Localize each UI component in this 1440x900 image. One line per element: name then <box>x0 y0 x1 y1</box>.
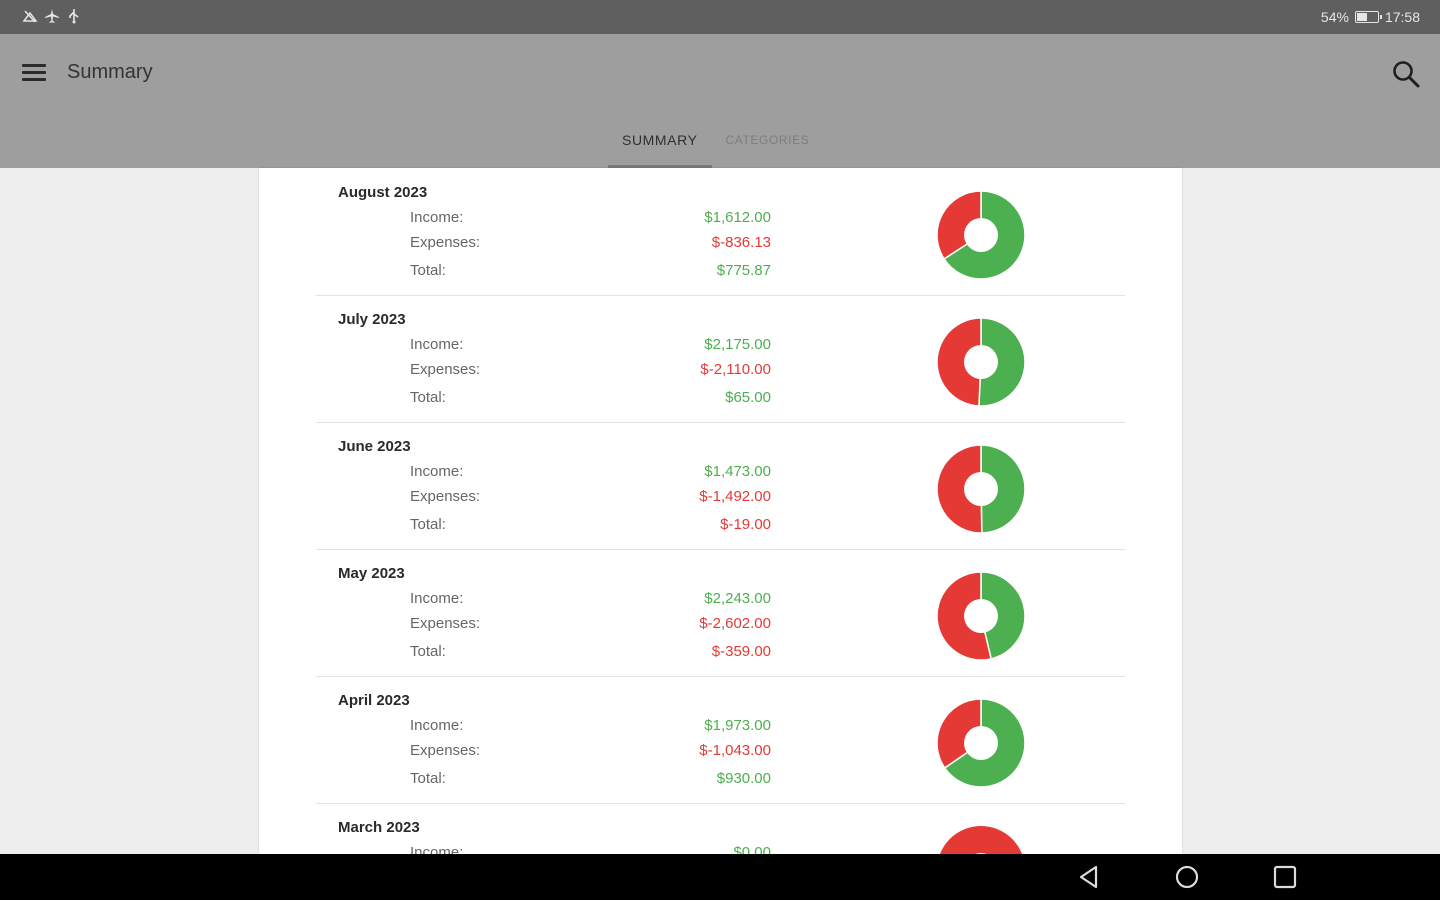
month-title: April 2023 <box>338 692 410 709</box>
battery-icon <box>1354 11 1382 23</box>
donut-hole <box>964 599 998 633</box>
tab-bar: SUMMARY CATEGORIES <box>608 122 823 168</box>
donut-hole <box>964 726 998 760</box>
income-value: $1,473.00 <box>704 463 771 480</box>
expenses-value: $-1,492.00 <box>699 488 771 505</box>
income-value: $0.00 <box>733 844 771 854</box>
income-expense-donut <box>936 571 1026 661</box>
status-bar: 54% 17:58 <box>0 0 1440 34</box>
expenses-label: Expenses: <box>410 742 481 759</box>
month-title: August 2023 <box>338 184 428 201</box>
month-title: July 2023 <box>338 311 406 328</box>
total-label: Total: <box>410 389 446 406</box>
expenses-value: $-2,110.00 <box>700 361 771 378</box>
income-value: $1,612.00 <box>704 209 771 226</box>
expenses-value: $-1,043.00 <box>699 742 771 759</box>
income-value: $1,973.00 <box>704 717 771 734</box>
month-item[interactable]: April 2023 Income: Expenses: Total: $1,9… <box>259 676 1182 804</box>
app-bar: Summary SUMMARY CATEGORIES <box>0 34 1440 168</box>
donut-hole <box>964 472 998 506</box>
tab-summary[interactable]: SUMMARY <box>608 122 712 168</box>
expenses-label: Expenses: <box>410 615 481 632</box>
total-label: Total: <box>410 770 446 787</box>
expenses-slice <box>940 826 1022 854</box>
income-expense-donut <box>936 190 1026 280</box>
recents-icon[interactable] <box>1272 864 1298 890</box>
income-label: Income: <box>410 336 464 353</box>
income-value: $2,243.00 <box>704 590 771 607</box>
airplane-icon <box>45 9 59 23</box>
total-value: $-359.00 <box>711 643 771 660</box>
income-expense-donut <box>936 698 1026 788</box>
search-icon[interactable] <box>1390 58 1422 90</box>
month-item[interactable]: May 2023 Income: Expenses: Total: $2,243… <box>259 549 1182 677</box>
summary-list[interactable]: August 2023 Income: Expenses: Total: $1,… <box>259 168 1182 854</box>
income-expense-donut <box>936 444 1026 534</box>
income-label: Income: <box>410 717 464 734</box>
total-value: $-19.00 <box>720 516 771 533</box>
status-icons-right: 54% 17:58 <box>1321 9 1420 25</box>
total-label: Total: <box>410 516 446 533</box>
status-icons-left <box>22 8 82 24</box>
income-expense-donut <box>936 317 1026 407</box>
expenses-label: Expenses: <box>410 234 481 251</box>
month-item[interactable]: August 2023 Income: Expenses: Total: $1,… <box>259 168 1182 296</box>
month-item[interactable]: June 2023 Income: Expenses: Total: $1,47… <box>259 422 1182 550</box>
donut-hole <box>964 345 998 379</box>
income-label: Income: <box>410 209 464 226</box>
income-label: Income: <box>410 463 464 480</box>
expenses-value: $-836.13 <box>711 234 771 251</box>
income-expense-donut <box>940 826 1022 854</box>
menu-icon[interactable] <box>22 64 46 82</box>
total-value: $775.87 <box>716 262 771 279</box>
donut-hole <box>964 218 998 252</box>
page-title: Summary <box>67 61 153 83</box>
usb-icon <box>69 9 79 24</box>
clock: 17:58 <box>1384 9 1420 25</box>
total-value: $65.00 <box>725 389 771 406</box>
battery-percent: 54% <box>1320 9 1349 25</box>
income-label: Income: <box>410 844 464 854</box>
month-title: June 2023 <box>338 438 411 455</box>
month-title: May 2023 <box>338 565 405 582</box>
tab-categories[interactable]: CATEGORIES <box>712 122 824 168</box>
income-label: Income: <box>410 590 464 607</box>
no-signal-icon <box>22 10 38 23</box>
month-item[interactable]: March 2023 Income: $0.00 <box>259 803 1182 854</box>
home-icon[interactable] <box>1174 864 1200 890</box>
back-icon[interactable] <box>1076 864 1102 890</box>
month-title: March 2023 <box>338 819 420 836</box>
income-value: $2,175.00 <box>704 336 771 353</box>
expenses-label: Expenses: <box>410 361 481 378</box>
total-label: Total: <box>410 262 446 279</box>
total-label: Total: <box>410 643 446 660</box>
navigation-bar <box>0 854 1440 900</box>
total-value: $930.00 <box>716 770 771 787</box>
expenses-label: Expenses: <box>410 488 481 505</box>
month-item[interactable]: July 2023 Income: Expenses: Total: $2,17… <box>259 295 1182 423</box>
expenses-value: $-2,602.00 <box>699 615 771 632</box>
